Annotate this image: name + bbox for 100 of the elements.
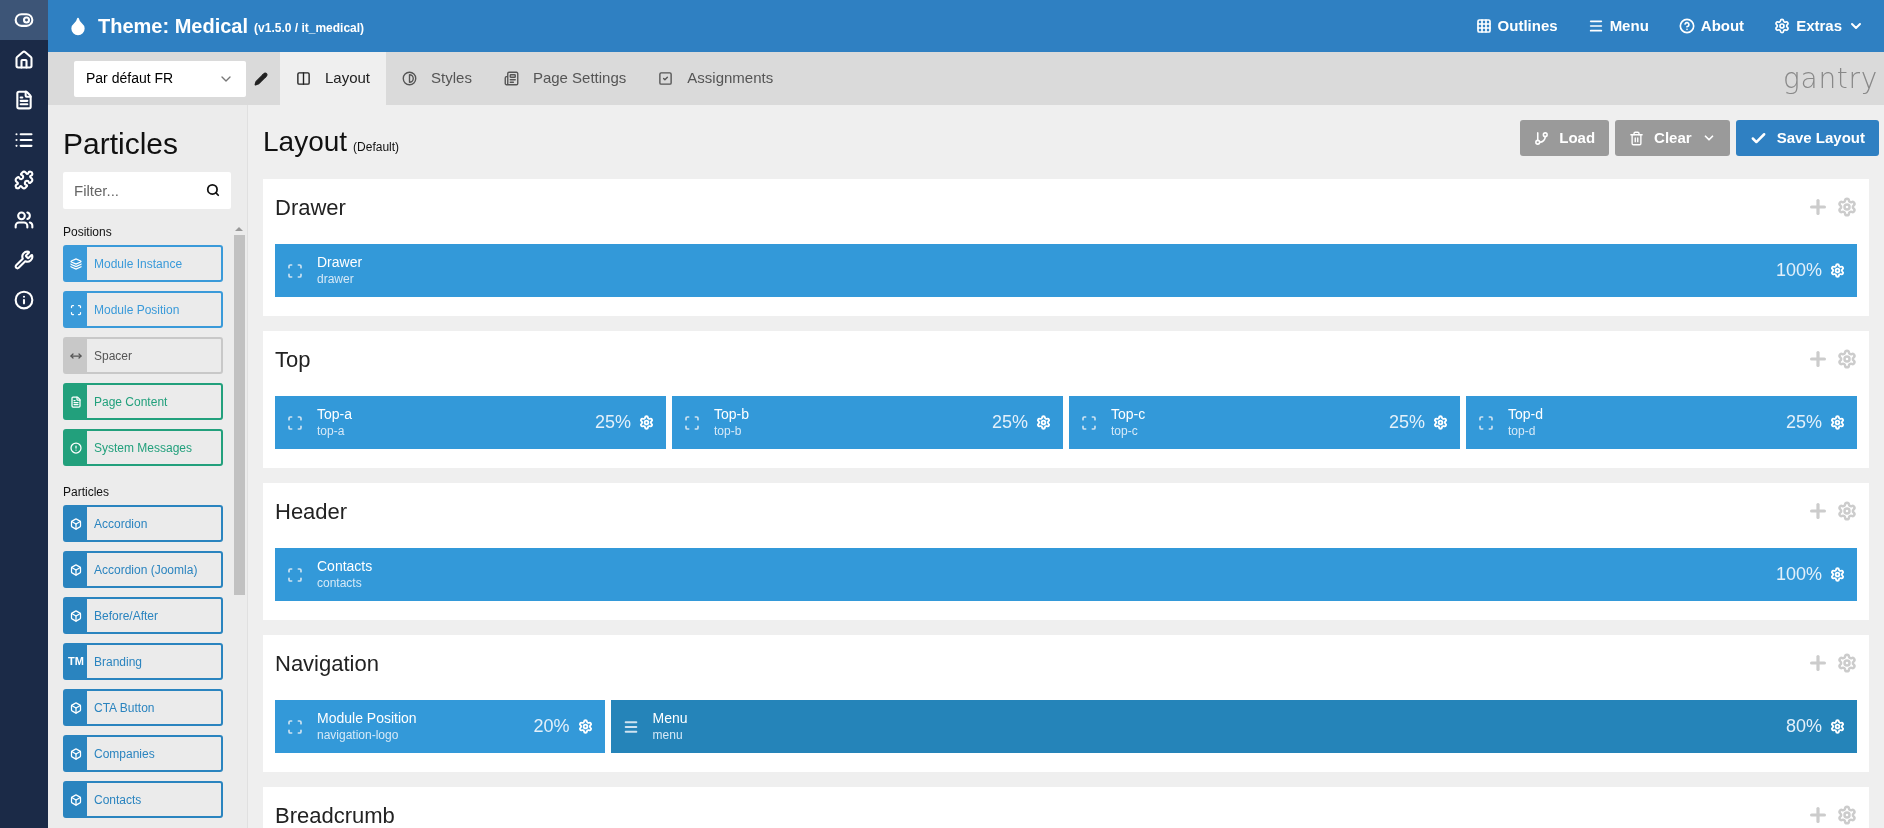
particle-label: Module Position bbox=[93, 301, 180, 319]
particle-item[interactable]: CTA Button bbox=[63, 689, 223, 726]
add-icon[interactable] bbox=[1807, 196, 1829, 218]
pencil-icon[interactable] bbox=[254, 71, 268, 86]
block-title: Drawer bbox=[317, 254, 363, 272]
layout-title: Layout bbox=[263, 125, 348, 159]
block-title: Top-d bbox=[1508, 406, 1544, 424]
top-menu-link[interactable]: Menu bbox=[1587, 14, 1649, 38]
section-title: Header bbox=[275, 497, 348, 526]
block-title: Module Position bbox=[317, 710, 417, 728]
particle-label: Companies bbox=[93, 745, 155, 763]
particle-item[interactable]: Contacts bbox=[63, 781, 223, 818]
block-title: Contacts bbox=[317, 558, 373, 576]
top-menu-link[interactable]: About bbox=[1678, 14, 1745, 38]
particle-item[interactable]: Accordion bbox=[63, 505, 223, 542]
alert-icon bbox=[70, 441, 82, 454]
outline-select[interactable]: Par défaut FR bbox=[74, 60, 246, 97]
section-title: Breadcrumb bbox=[275, 801, 395, 828]
block-width: 100% bbox=[1775, 259, 1822, 282]
block-key: contacts bbox=[317, 575, 373, 591]
cube-icon bbox=[70, 609, 82, 622]
particle-label: CTA Button bbox=[93, 699, 155, 717]
particle-item[interactable]: Module Instance bbox=[63, 245, 223, 282]
cube-icon bbox=[70, 517, 82, 530]
add-icon[interactable] bbox=[1807, 804, 1829, 826]
trash-icon bbox=[1629, 130, 1645, 146]
block-title: Top-c bbox=[1111, 406, 1146, 424]
branch-icon bbox=[1534, 130, 1550, 146]
search-icon bbox=[206, 183, 220, 197]
filter-field[interactable]: Filter... bbox=[63, 172, 231, 209]
block-width: 25% bbox=[1388, 411, 1425, 434]
tab[interactable]: Assignments bbox=[642, 52, 790, 105]
group-label: Positions bbox=[63, 224, 113, 241]
particle-item[interactable]: Module Position bbox=[63, 291, 223, 328]
particle-label: Contacts bbox=[93, 791, 142, 809]
tab[interactable]: Page Settings bbox=[487, 52, 643, 105]
layout-block[interactable]: Top-c top-c 25% bbox=[1069, 396, 1460, 449]
block-width: 25% bbox=[1785, 411, 1822, 434]
block-width: 20% bbox=[533, 715, 570, 738]
layout-subtitle: (Default) bbox=[353, 139, 400, 156]
block-title: Top-b bbox=[714, 406, 750, 424]
document-icon[interactable] bbox=[14, 90, 34, 110]
layout-block[interactable]: Top-b top-b 25% bbox=[672, 396, 1063, 449]
clear-button[interactable]: Clear bbox=[1615, 120, 1730, 156]
checkbox-icon bbox=[658, 71, 674, 86]
section-title: Drawer bbox=[275, 193, 346, 222]
toggle-icon[interactable] bbox=[14, 10, 34, 30]
particle-item[interactable]: Companies bbox=[63, 735, 223, 772]
particle-item[interactable]: Before/After bbox=[63, 597, 223, 634]
block-key: navigation-logo bbox=[317, 727, 417, 743]
particle-label: Branding bbox=[93, 653, 143, 671]
top-menu-link[interactable]: Extras bbox=[1774, 14, 1864, 38]
home-icon[interactable] bbox=[14, 50, 34, 70]
help-icon bbox=[1678, 18, 1695, 34]
info-icon[interactable] bbox=[14, 290, 34, 310]
add-icon[interactable] bbox=[1807, 348, 1829, 370]
particle-item[interactable]: TM Branding bbox=[63, 643, 223, 680]
frame-icon bbox=[70, 303, 82, 316]
layout-block[interactable]: Module Position navigation-logo 20% bbox=[275, 700, 605, 753]
droplet-icon bbox=[68, 16, 88, 36]
particle-label: Spacer bbox=[93, 347, 133, 365]
add-icon[interactable] bbox=[1807, 500, 1829, 522]
trademark-label: TM bbox=[68, 654, 84, 670]
cube-icon bbox=[70, 793, 82, 806]
block-key: top-b bbox=[714, 423, 750, 439]
block-key: menu bbox=[652, 727, 688, 743]
block-key: top-a bbox=[317, 423, 353, 439]
layout-block[interactable]: Menu menu 80% bbox=[610, 700, 1857, 753]
particle-label: Accordion bbox=[93, 515, 148, 533]
document-icon bbox=[70, 395, 82, 408]
particles-title: Particles bbox=[63, 126, 180, 162]
puzzle-icon[interactable] bbox=[14, 170, 34, 190]
tab[interactable]: Styles bbox=[386, 52, 488, 105]
particle-item[interactable]: Spacer bbox=[63, 337, 223, 374]
menu-icon bbox=[1587, 18, 1604, 34]
users-icon[interactable] bbox=[14, 210, 34, 230]
particle-label: Module Instance bbox=[93, 255, 183, 273]
tab[interactable]: Layout bbox=[280, 52, 387, 105]
layout-block[interactable]: Contacts contacts 100% bbox=[275, 548, 1857, 601]
settings-icon bbox=[1774, 18, 1791, 34]
particle-item[interactable]: Page Content bbox=[63, 383, 223, 420]
wrench-icon[interactable] bbox=[14, 250, 34, 270]
frame-icon bbox=[287, 566, 303, 583]
list-icon[interactable] bbox=[14, 130, 34, 150]
block-width: 25% bbox=[594, 411, 631, 434]
cube-icon bbox=[70, 747, 82, 760]
layout-block[interactable]: Top-d top-d 25% bbox=[1466, 396, 1857, 449]
particle-label: System Messages bbox=[93, 439, 193, 457]
particle-item[interactable]: System Messages bbox=[63, 429, 223, 466]
top-menu-link[interactable]: Outlines bbox=[1475, 14, 1558, 38]
layout-block[interactable]: Drawer drawer 100% bbox=[275, 244, 1857, 297]
particle-item[interactable]: Accordion (Joomla) bbox=[63, 551, 223, 588]
load-button[interactable]: Load bbox=[1520, 120, 1610, 156]
add-icon[interactable] bbox=[1807, 652, 1829, 674]
save-button[interactable]: Save Layout bbox=[1735, 120, 1879, 156]
block-title: Menu bbox=[652, 710, 688, 728]
frame-icon bbox=[684, 414, 700, 431]
frame-icon bbox=[287, 718, 303, 735]
list-icon bbox=[503, 71, 519, 86]
layout-block[interactable]: Top-a top-a 25% bbox=[275, 396, 666, 449]
